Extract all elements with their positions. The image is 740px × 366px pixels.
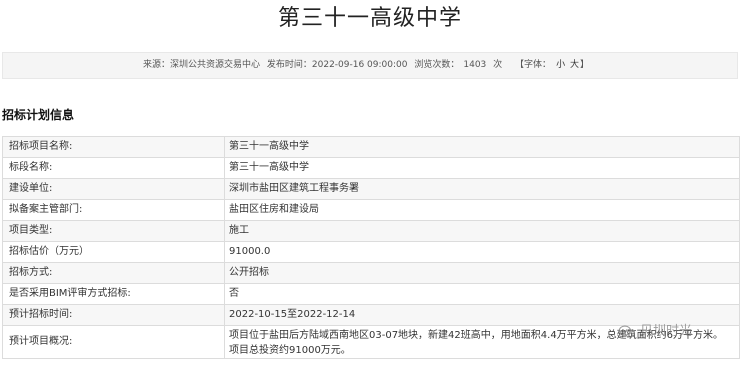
publish-time-text: 发布时间：2022-09-16 09:00:00 bbox=[266, 60, 408, 70]
row-label: 拟备案主管部门: bbox=[2, 199, 225, 221]
meta-bar: 来源：深圳公共资源交易中心 发布时间：2022-09-16 09:00:00 浏… bbox=[2, 52, 738, 79]
table-row: 招标方式: 公开招标 bbox=[2, 262, 740, 284]
font-size-control: 【字体： 小 大】 bbox=[515, 60, 593, 70]
table-row: 建设单位: 深圳市盐田区建筑工程事务署 bbox=[2, 178, 740, 200]
row-value: 施工 bbox=[224, 220, 740, 242]
watermark-text: 贝圳时光 bbox=[640, 324, 693, 339]
row-value: 第三十一高级中学 bbox=[224, 136, 740, 158]
views-count: 1403 bbox=[463, 60, 487, 70]
row-label: 预计项目概况: bbox=[2, 325, 225, 359]
row-label: 项目类型: bbox=[2, 220, 225, 242]
row-value: 深圳市盐田区建筑工程事务署 bbox=[224, 178, 740, 200]
wechat-icon bbox=[618, 325, 635, 338]
table-row: 拟备案主管部门: 盐田区住房和建设局 bbox=[2, 199, 740, 221]
table-row: 是否采用BIM评审方式招标: 否 bbox=[2, 283, 740, 305]
row-label: 预计招标时间: bbox=[2, 304, 225, 326]
table-row: 项目类型: 施工 bbox=[2, 220, 740, 242]
row-label: 招标方式: bbox=[2, 262, 225, 284]
row-value: 否 bbox=[224, 283, 740, 305]
table-row: 标段名称: 第三十一高级中学 bbox=[2, 157, 740, 179]
row-label: 招标项目名称: bbox=[2, 136, 225, 158]
views-label: 浏览次数： bbox=[414, 60, 460, 70]
font-size-bracket: 】 bbox=[579, 60, 589, 70]
page-title: 第三十一高级中学 bbox=[277, 6, 462, 31]
watermark: 贝圳时光 bbox=[618, 320, 736, 340]
section-title: 招标计划信息 bbox=[2, 108, 75, 122]
row-value: 91000.0 bbox=[224, 241, 740, 263]
table-row: 招标项目名称: 第三十一高级中学 bbox=[2, 136, 740, 158]
row-label: 建设单位: bbox=[2, 178, 225, 200]
row-label: 标段名称: bbox=[2, 157, 225, 179]
font-size-label: 【字体： bbox=[515, 60, 552, 70]
font-small-link[interactable]: 小 bbox=[556, 60, 565, 70]
row-label: 是否采用BIM评审方式招标: bbox=[2, 283, 225, 305]
row-value: 盐田区住房和建设局 bbox=[224, 199, 740, 221]
row-label: 招标估价（万元） bbox=[2, 241, 225, 263]
table-row: 招标估价（万元） 91000.0 bbox=[2, 241, 740, 263]
row-value: 第三十一高级中学 bbox=[224, 157, 740, 179]
row-value: 公开招标 bbox=[224, 262, 740, 284]
font-large-link[interactable]: 大 bbox=[570, 60, 579, 70]
source-text: 来源：深圳公共资源交易中心 bbox=[143, 60, 261, 70]
views-unit: 次 bbox=[493, 60, 503, 70]
